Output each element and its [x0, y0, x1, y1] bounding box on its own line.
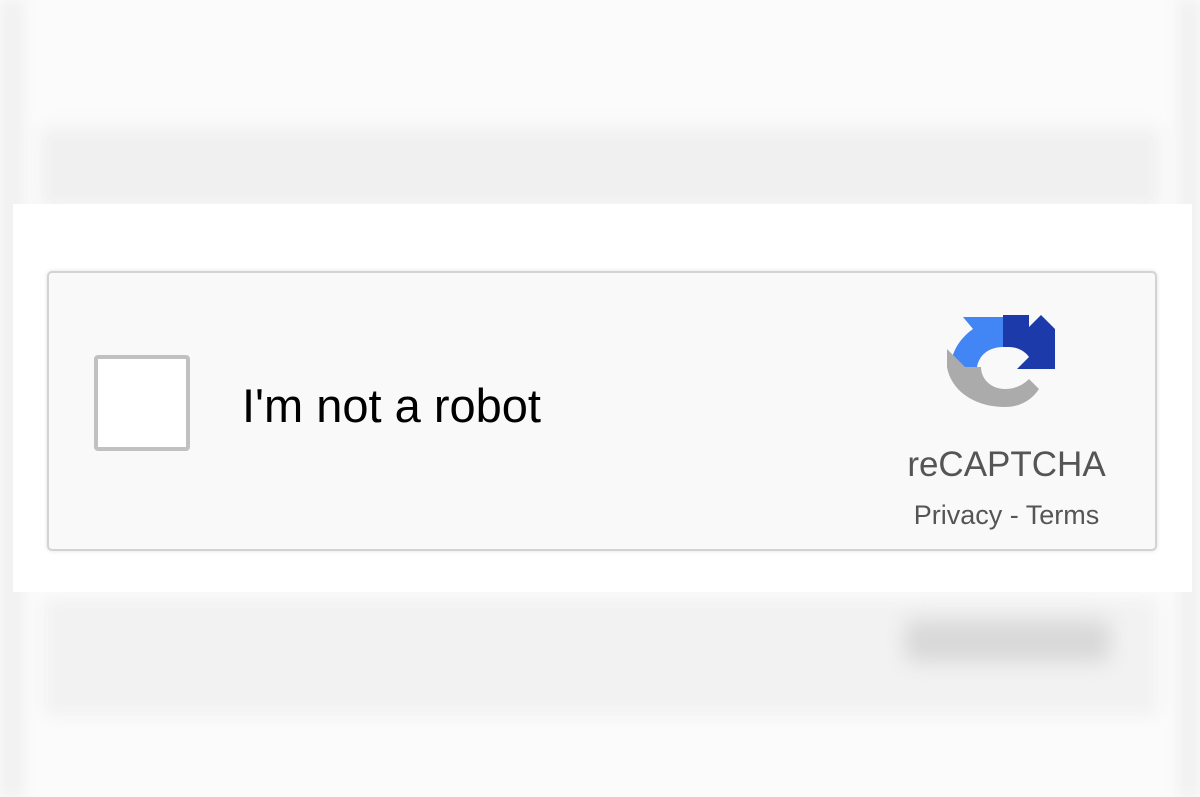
checkbox-label: I'm not a robot	[242, 379, 541, 432]
not-a-robot-checkbox[interactable]	[94, 355, 190, 451]
recaptcha-brand-text: reCAPTCHA	[907, 445, 1106, 484]
recaptcha-logo-icon	[947, 315, 1055, 407]
privacy-link[interactable]: Privacy	[914, 500, 1003, 530]
recaptcha-footer-links: Privacy - Terms	[894, 499, 1119, 531]
blurred-background-bar-top	[40, 128, 1160, 208]
blurred-background-text	[905, 620, 1110, 662]
logo-arrow-dark-blue	[1003, 315, 1055, 369]
link-separator: -	[1002, 500, 1026, 530]
recaptcha-widget: I'm not a robot reCAPTCHA Privacy - Term…	[47, 271, 1157, 551]
focus-strip: I'm not a robot reCAPTCHA Privacy - Term…	[13, 204, 1192, 592]
logo-arrow-light-blue	[951, 317, 1003, 367]
terms-link[interactable]: Terms	[1026, 500, 1100, 530]
